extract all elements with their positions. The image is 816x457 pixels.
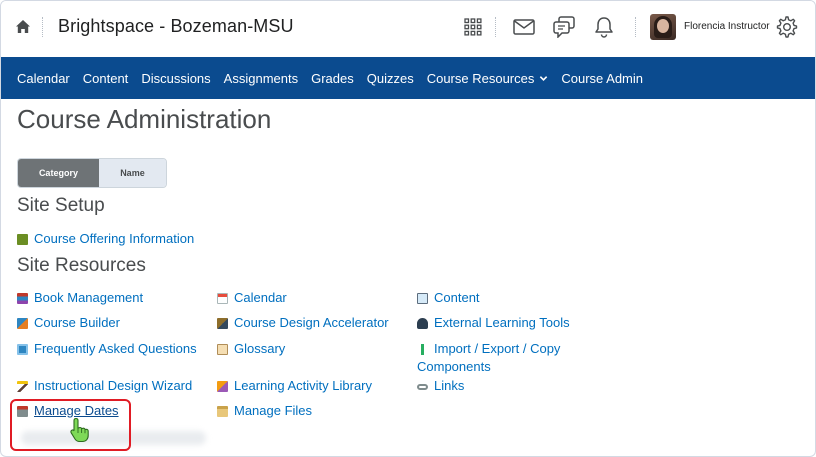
chain-link-icon [417,384,428,390]
link-label: Course Builder [34,315,120,330]
link-links[interactable]: Links [417,377,464,395]
link-course-builder[interactable]: Course Builder [17,314,120,332]
bell-icon[interactable] [592,15,616,39]
link-label: Learning Activity Library [234,378,373,393]
avatar[interactable] [650,14,676,40]
site-resources-heading: Site Resources [17,255,146,276]
glossary-book-icon [217,344,228,355]
faq-icon [17,344,28,355]
accelerator-icon [217,318,228,329]
book-icon [17,234,28,245]
mail-icon[interactable] [512,15,536,39]
nav-assignments[interactable]: Assignments [224,71,298,86]
nav-discussions[interactable]: Discussions [141,71,210,86]
import-export-arrows-icon [417,344,428,355]
link-external-learning-tools[interactable]: External Learning Tools [417,314,570,332]
wand-icon [17,381,28,392]
header-divider [495,17,496,37]
link-label: Links [434,378,465,393]
link-course-design-accelerator[interactable]: Course Design Accelerator [217,314,389,332]
nav-quizzes[interactable]: Quizzes [367,71,414,86]
name-view-button[interactable]: Name [98,159,166,187]
course-navbar: Calendar Content Discussions Assignments… [1,57,815,99]
link-frequently-asked-questions[interactable]: Frequently Asked Questions [17,340,197,358]
chevron-down-icon [540,75,548,81]
blocks-icon [17,318,28,329]
app-window: Brightspace - Bozeman-MSU Florencia Inst… [0,0,816,457]
link-course-offering-information[interactable]: Course Offering Information [17,230,194,248]
site-setup-heading: Site Setup [17,195,105,216]
user-name[interactable]: Florencia Instructor [684,21,770,32]
nav-course-resources[interactable]: Course Resources [427,71,549,86]
link-label: Components [417,359,491,374]
link-glossary[interactable]: Glossary [217,340,285,358]
link-book-management[interactable]: Book Management [17,289,143,307]
link-label: External Learning Tools [434,315,570,330]
link-label: Import / Export / Copy [434,341,561,356]
gear-icon[interactable] [775,15,799,39]
link-label: Frequently Asked Questions [34,341,197,356]
link-instructional-design-wizard[interactable]: Instructional Design Wizard [17,377,192,395]
plug-icon [417,318,428,329]
books-icon [17,293,28,304]
nav-calendar[interactable]: Calendar [17,71,70,86]
nav-grades[interactable]: Grades [311,71,354,86]
category-view-button[interactable]: Category [18,159,99,187]
link-content[interactable]: Content [417,289,480,307]
link-import-export-copy-components-line2[interactable]: Components [417,358,491,376]
view-toggle: Category Name [17,158,167,188]
link-manage-files[interactable]: Manage Files [217,402,312,420]
library-icon [217,381,228,392]
chat-icon[interactable] [552,15,576,39]
link-label: Book Management [34,290,144,305]
calendar-icon [217,293,228,304]
link-label: Manage Files [234,403,313,418]
nav-content[interactable]: Content [83,71,129,86]
link-label: Content [434,290,480,305]
link-label: Calendar [234,290,287,305]
hand-pointer-icon [70,417,89,443]
link-label: Course Design Accelerator [234,315,389,330]
link-import-export-copy-components[interactable]: Import / Export / Copy [417,340,560,358]
link-calendar[interactable]: Calendar [217,289,287,307]
link-label: Instructional Design Wizard [34,378,193,393]
link-label: Course Offering Information [34,231,195,246]
nav-course-admin[interactable]: Course Admin [561,71,643,86]
header-divider [635,17,636,37]
nav-course-resources-label: Course Resources [426,70,535,86]
header-divider [42,17,43,37]
link-label: Glossary [234,341,286,356]
page-title: Course Administration [17,104,272,134]
content-book-icon [417,293,428,304]
waffle-grid-icon[interactable] [461,15,485,39]
folder-icon [217,406,228,417]
home-icon[interactable] [15,19,31,35]
org-title[interactable]: Brightspace - Bozeman-MSU [58,16,294,37]
header: Brightspace - Bozeman-MSU Florencia Inst… [1,1,815,57]
link-learning-activity-library[interactable]: Learning Activity Library [217,377,372,395]
